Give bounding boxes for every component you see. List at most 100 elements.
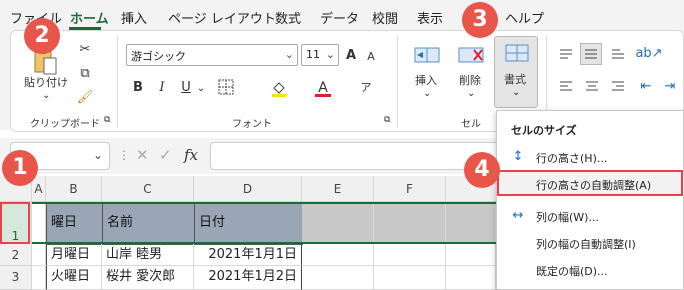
font-name-value: 游ゴシック — [131, 50, 186, 63]
cancel-icon[interactable]: ✕ — [136, 146, 149, 164]
cell[interactable] — [302, 202, 374, 244]
bold-button[interactable]: B — [130, 78, 146, 96]
underline-button[interactable]: U — [178, 78, 194, 96]
row-header-3[interactable]: 3 — [0, 266, 32, 290]
column-header-b[interactable]: B — [46, 176, 102, 202]
borders-icon[interactable] — [216, 78, 236, 96]
menu-item-column-width[interactable]: ↔ 列の幅(W)... — [498, 204, 684, 228]
cell[interactable] — [374, 244, 446, 266]
font-color-swatch — [315, 94, 331, 97]
menu-item-label: 列の幅の自動調整(I) — [536, 238, 636, 251]
align-center-icon[interactable] — [583, 78, 601, 94]
align-right-icon[interactable] — [609, 78, 627, 94]
cells-group-label: セル — [461, 119, 481, 130]
format-cells-button[interactable]: 書式 ⌄ — [494, 36, 538, 108]
delete-cells-icon[interactable] — [456, 42, 486, 68]
column-header-a[interactable]: A — [32, 176, 46, 202]
italic-button[interactable]: I — [154, 78, 170, 96]
font-size-value: 11 — [306, 48, 320, 61]
column-header-c[interactable]: C — [102, 176, 194, 202]
copy-icon[interactable]: ⧉ — [74, 64, 96, 82]
insert-cells-icon[interactable] — [412, 42, 442, 68]
cell-date[interactable]: 2021年1月1日 — [194, 244, 302, 266]
font-size-combo[interactable]: 11 ⌄ — [301, 44, 339, 66]
underline-dropdown-icon[interactable]: ⌄ — [196, 80, 206, 96]
format-painter-icon[interactable]: 🖌 — [74, 88, 96, 106]
header-cell-date[interactable]: 日付 — [194, 202, 303, 245]
highlight-row-1 — [0, 202, 30, 244]
paste-chevron-down-icon[interactable]: ⌄ — [42, 90, 50, 101]
tab-data[interactable]: データ — [320, 8, 359, 27]
format-cells-icon — [503, 41, 531, 65]
row-header-2[interactable]: 2 — [0, 244, 32, 266]
cut-icon[interactable]: ✂ — [76, 40, 94, 58]
name-box-chevron-down-icon[interactable]: ⌄ — [93, 148, 103, 162]
align-left-icon[interactable] — [557, 78, 575, 94]
menu-bar: ファイル ホーム 挿入 ページ レイアウト 数式 データ 校閲 表示 ル ヘルプ — [0, 0, 684, 30]
fill-color-icon[interactable] — [268, 78, 290, 98]
format-cells-label: 書式 — [504, 73, 526, 86]
menu-item-row-height[interactable]: ↕ 行の高さ(H)... — [498, 145, 684, 169]
cell[interactable] — [374, 266, 446, 290]
cell[interactable] — [374, 202, 446, 244]
tab-insert[interactable]: 挿入 — [121, 8, 147, 27]
bottom-align-icon[interactable] — [609, 46, 627, 62]
menu-item-label: 既定の幅(D)... — [536, 265, 608, 278]
cell-name[interactable]: 山岸 睦男 — [102, 244, 194, 266]
chevron-down-icon: ⌄ — [284, 48, 294, 61]
menu-item-label: 列の幅(W)... — [536, 211, 599, 224]
header-cell-name[interactable]: 名前 — [102, 202, 195, 245]
orientation-icon[interactable]: ab↗ — [635, 44, 662, 62]
insert-chevron-down-icon[interactable]: ⌄ — [423, 88, 431, 99]
insert-cells-label[interactable]: 挿入 — [415, 72, 437, 88]
font-color-icon[interactable]: A — [312, 78, 334, 98]
tab-review[interactable]: 校閲 — [372, 8, 398, 27]
cell-date[interactable]: 2021年1月2日 — [194, 266, 302, 290]
header-cell-day[interactable]: 曜日 — [46, 202, 103, 245]
tab-help[interactable]: ヘルプ — [505, 8, 544, 27]
clipboard-group-label: クリップボード — [30, 119, 100, 130]
format-dropdown-menu: セルのサイズ ↕ 行の高さ(H)... 行の高さの自動調整(A) ↔ 列の幅(W… — [496, 110, 684, 290]
column-header-e[interactable]: E — [302, 176, 374, 202]
cell[interactable] — [446, 202, 496, 244]
menu-item-label: 行の高さ(H)... — [536, 152, 608, 165]
format-chevron-down-icon: ⌄ — [512, 87, 521, 98]
tab-formulas[interactable]: 数式 — [275, 8, 301, 27]
increase-indent-icon[interactable]: ⇥ — [660, 78, 680, 94]
cell[interactable] — [446, 244, 496, 266]
insert-function-icon[interactable]: fx — [184, 146, 198, 164]
shrink-font-icon[interactable]: A — [363, 48, 379, 64]
font-launcher-icon[interactable]: ⧉ — [384, 115, 390, 125]
cell[interactable] — [446, 266, 496, 290]
cell[interactable] — [302, 244, 374, 266]
middle-align-icon[interactable] — [580, 43, 602, 65]
chevron-down-icon: ⌄ — [325, 48, 335, 61]
cell-day[interactable]: 火曜日 — [46, 266, 102, 290]
phonetic-guide-icon[interactable]: ア — [358, 78, 374, 96]
cell-day[interactable]: 月曜日 — [46, 244, 102, 266]
cell[interactable] — [32, 266, 46, 290]
grow-font-icon[interactable]: A — [343, 46, 359, 64]
column-header-d[interactable]: D — [194, 176, 302, 202]
paste-label[interactable]: 貼り付け — [24, 74, 68, 90]
tab-home[interactable]: ホーム — [70, 8, 109, 27]
cell[interactable] — [302, 266, 374, 290]
menu-item-autofit-column-width[interactable]: 列の幅の自動調整(I) — [498, 231, 684, 255]
decrease-indent-icon[interactable]: ⇤ — [636, 78, 656, 94]
tab-page-layout[interactable]: ページ レイアウト — [168, 8, 276, 27]
top-align-icon[interactable] — [557, 46, 575, 62]
column-header-f[interactable]: F — [374, 176, 446, 202]
delete-chevron-down-icon[interactable]: ⌄ — [467, 88, 475, 99]
cell[interactable] — [32, 244, 46, 266]
enter-icon[interactable]: ✓ — [159, 146, 172, 164]
cell-name[interactable]: 桜井 愛次郎 — [102, 266, 194, 290]
menu-item-default-width[interactable]: 既定の幅(D)... — [498, 258, 684, 282]
clipboard-launcher-icon[interactable]: ⧉ — [104, 115, 110, 125]
cell[interactable] — [32, 202, 46, 244]
group-separator — [117, 36, 118, 128]
tab-view[interactable]: 表示 — [417, 8, 443, 27]
step-badge-2: 2 — [24, 18, 60, 54]
delete-cells-label[interactable]: 削除 — [459, 72, 481, 88]
font-name-combo[interactable]: 游ゴシック ⌄ — [126, 44, 298, 66]
cell-size-heading: セルのサイズ — [511, 124, 577, 137]
